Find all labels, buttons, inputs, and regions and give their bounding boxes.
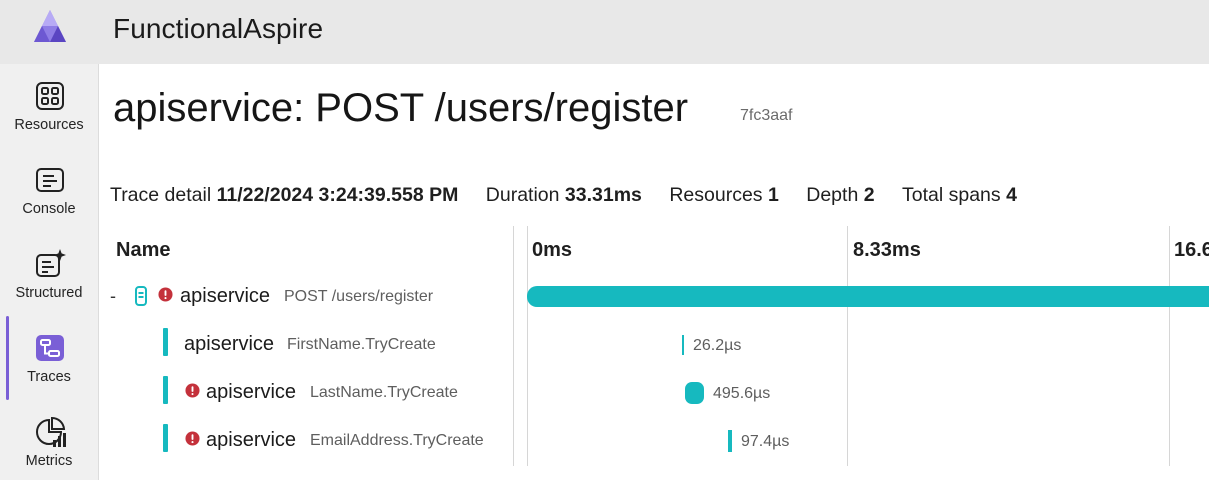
span-row[interactable]: apiservice LastName.TryCreate 495.6µs <box>99 376 1209 416</box>
summary-total-spans-value: 4 <box>1006 184 1017 206</box>
page-title: apiservice: POST /users/register <box>113 86 689 130</box>
summary-total-spans: Total spans 4 <box>902 184 1017 206</box>
resource-icon <box>135 286 147 306</box>
nav-item-metrics[interactable]: Metrics <box>0 400 98 476</box>
error-icon <box>185 431 200 446</box>
console-icon <box>36 168 64 192</box>
span-depth-indicator <box>163 376 168 404</box>
timeline-tick: 0ms <box>532 239 573 261</box>
summary-trace-detail-value: 11/22/2024 3:24:39.558 PM <box>216 184 459 206</box>
collapse-toggle[interactable]: - <box>110 286 116 307</box>
span-row[interactable]: apiservice FirstName.TryCreate 26.2µs <box>99 328 1209 368</box>
span-bar[interactable] <box>728 430 732 452</box>
span-service-name: apiservice <box>180 285 271 307</box>
error-icon <box>158 287 173 302</box>
name-column-header: Name <box>116 239 171 261</box>
structured-logs-icon <box>36 249 66 277</box>
summary-trace-detail: Trace detail 11/22/2024 3:24:39.558 PM <box>110 184 464 206</box>
summary-resources-value: 1 <box>767 184 779 206</box>
summary-duration-label: Duration <box>485 184 560 206</box>
summary-depth: Depth 2 <box>806 184 880 206</box>
span-service-name: apiservice <box>184 333 275 355</box>
aspire-logo-icon[interactable] <box>28 8 72 48</box>
app-header: FunctionalAspire <box>0 0 1209 64</box>
span-duration: 97.4µs <box>741 433 790 450</box>
grid-icon <box>36 82 64 110</box>
nav-item-console[interactable]: Console <box>0 148 98 224</box>
span-operation-name: FirstName.TryCreate <box>287 336 436 353</box>
span-duration: 26.2µs <box>693 337 742 354</box>
summary-total-spans-label: Total spans <box>902 184 1001 206</box>
timeline-tick: 8.33ms <box>853 239 921 261</box>
summary-duration: Duration 33.31ms <box>486 184 648 206</box>
span-row[interactable]: apiservice EmailAddress.TryCreate 97.4µs <box>99 424 1209 464</box>
nav-label-resources: Resources <box>14 117 84 133</box>
summary-depth-value: 2 <box>863 184 875 206</box>
summary-resources-label: Resources <box>669 184 763 206</box>
span-depth-indicator <box>163 328 168 356</box>
nav-item-resources[interactable]: Resources <box>0 64 98 140</box>
span-operation-name: POST /users/register <box>284 288 434 305</box>
nav-label-structured: Structured <box>15 285 83 301</box>
nav-label-console: Console <box>22 201 76 217</box>
span-bar[interactable] <box>527 286 1209 307</box>
span-duration: 495.6µs <box>713 385 771 402</box>
span-service-name: apiservice <box>206 429 297 451</box>
span-depth-indicator <box>163 424 168 452</box>
error-icon <box>185 383 200 398</box>
sidebar-nav: Resources Console Structured Traces Metr… <box>0 64 99 480</box>
span-bar[interactable] <box>682 335 684 355</box>
nav-item-structured[interactable]: Structured <box>0 232 98 308</box>
span-service-name: apiservice <box>206 381 297 403</box>
summary-duration-value: 33.31ms <box>564 184 642 206</box>
app-title[interactable]: FunctionalAspire <box>113 13 323 45</box>
trace-detail-panel: apiservice: POST /users/register 7fc3aaf… <box>99 64 1209 480</box>
trace-id[interactable]: 7fc3aaf <box>740 107 792 125</box>
metrics-icon <box>36 416 66 447</box>
span-operation-name: LastName.TryCreate <box>310 384 458 401</box>
nav-label-metrics: Metrics <box>25 453 73 469</box>
summary-resources: Resources 1 <box>669 184 784 206</box>
nav-label-traces: Traces <box>27 369 71 385</box>
summary-depth-label: Depth <box>806 184 859 206</box>
timeline-tick: 16.6 <box>1174 239 1209 261</box>
trace-summary: Trace detail 11/22/2024 3:24:39.558 PM D… <box>110 184 1039 207</box>
summary-trace-detail-label: Trace detail <box>110 184 212 206</box>
span-operation-name: EmailAddress.TryCreate <box>310 432 484 449</box>
traces-icon <box>36 335 64 361</box>
nav-item-traces[interactable]: Traces <box>0 316 98 400</box>
span-bar[interactable] <box>685 382 704 404</box>
span-row[interactable]: - apiservice POST /users/register <box>99 280 1209 320</box>
